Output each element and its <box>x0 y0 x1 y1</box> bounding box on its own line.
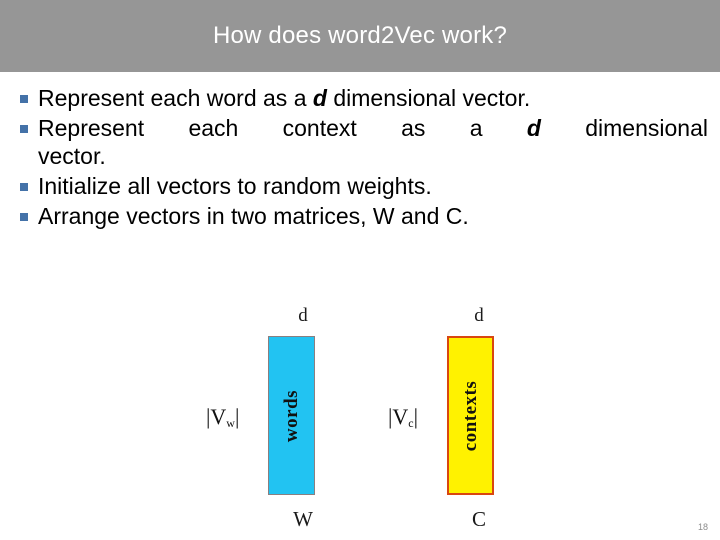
list-item: Initialize all vectors to random weights… <box>16 172 708 200</box>
list-item-text: Represent each word as a d dimensional v… <box>38 84 708 112</box>
contexts-matrix-dimension-label: d <box>474 305 484 326</box>
list-item-line-justified: Represent each context as a d dimensiona… <box>38 114 708 142</box>
vocab-label-subscript: c <box>408 416 414 430</box>
list-item-continuation: vector. <box>38 143 106 170</box>
contexts-matrix-group: d |Vc| contexts C <box>358 300 588 540</box>
page-title: How does word2Vec work? <box>212 22 508 49</box>
square-bullet-icon <box>16 179 38 194</box>
list-item-text: Arrange vectors in two matrices, W and C… <box>38 203 469 230</box>
list-item: Represent each word as a d dimensional v… <box>16 84 708 112</box>
list-item-text: Initialize all vectors to random weights… <box>38 173 432 200</box>
list-item-text-after: dimensional <box>540 115 708 142</box>
contexts-matrix-name-label: C <box>471 507 486 531</box>
vocab-label-open: |V <box>388 404 409 429</box>
list-item: Represent each context as a d dimensiona… <box>16 114 708 170</box>
words-matrix-rectangle: words <box>268 336 315 495</box>
bullet-list: Represent each word as a d dimensional v… <box>16 84 708 232</box>
square-bullet-icon <box>16 121 38 136</box>
square-bullet-icon <box>16 209 38 224</box>
vocab-label-close: | <box>413 404 419 429</box>
list-item-text-before: Represent each context as a <box>38 115 527 142</box>
page-number: 18 <box>697 522 708 532</box>
contexts-matrix-rectangle: contexts <box>447 336 494 495</box>
slide-header-band: How does word2Vec work? <box>0 0 720 72</box>
words-matrix-inner-label: words <box>280 389 302 442</box>
vocab-label-close: | <box>234 404 240 429</box>
matrices-diagram: d |Vw| words W d |Vc| contexts C <box>0 300 720 540</box>
list-item-text: Represent each context as a d dimensiona… <box>38 114 708 170</box>
square-bullet-icon <box>16 91 38 106</box>
list-item-emphasis: d <box>312 85 327 111</box>
vocab-label-subscript: w <box>226 416 235 430</box>
contexts-matrix-inner-label: contexts <box>459 380 481 451</box>
list-item: Arrange vectors in two matrices, W and C… <box>16 202 708 230</box>
words-matrix-vocab-label: |Vw| <box>206 404 239 430</box>
list-item-emphasis: d <box>526 115 541 142</box>
list-item-text-after: dimensional vector. <box>326 85 531 111</box>
vocab-label-open: |V <box>206 404 227 429</box>
list-item-text-before: Represent each word as a <box>38 85 313 111</box>
contexts-matrix-vocab-label: |Vc| <box>388 404 418 430</box>
